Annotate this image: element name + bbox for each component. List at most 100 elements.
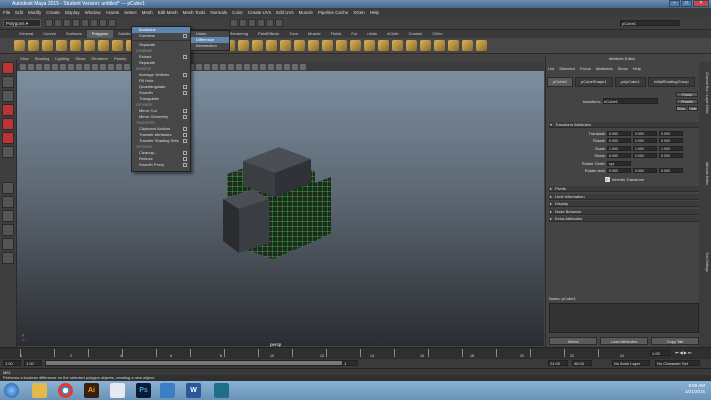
shelf-tab-nhair[interactable]: nHair (362, 30, 382, 38)
attr-value-field[interactable]: 0.000 (607, 138, 631, 143)
inherits-checkbox[interactable]: ✓ (605, 177, 610, 182)
shelf-tool-icon[interactable] (336, 40, 347, 51)
panel-toolbar-icon[interactable] (260, 63, 266, 70)
ipr-render-icon[interactable] (266, 19, 274, 27)
shelf-tab-fluids[interactable]: Fluids (326, 30, 347, 38)
shelf-tool-icon[interactable] (322, 40, 333, 51)
panel-toolbar-icon[interactable] (204, 63, 210, 70)
attr-value-field[interactable]: 1.000 (633, 145, 657, 151)
move-tool-icon[interactable] (2, 104, 14, 116)
shelf-tool-icon[interactable] (308, 40, 319, 51)
shelf-tab-muscle[interactable]: Muscle (303, 30, 326, 38)
menu-create-uvs[interactable]: Create UVs (248, 10, 271, 15)
option-box-icon[interactable] (183, 85, 187, 89)
shelf-tool-icon[interactable] (238, 40, 249, 51)
panel-toolbar-icon[interactable] (52, 63, 58, 70)
scale-tool-icon[interactable] (2, 132, 14, 144)
attr-tab-initialshadinggroup[interactable]: initialShadingGroup (647, 77, 695, 87)
panel-toolbar-icon[interactable] (36, 63, 42, 70)
shelf-tab-general[interactable]: General (14, 30, 38, 38)
shelf-tab-painteffects[interactable]: PaintEffects (253, 30, 284, 38)
panel-toolbar-icon[interactable] (228, 63, 234, 70)
last-tool-icon[interactable] (2, 146, 14, 158)
shelf-tool-icon[interactable] (266, 40, 277, 51)
maximize-button[interactable]: □ (681, 0, 692, 7)
panel-toolbar-icon[interactable] (276, 63, 282, 70)
anim-layer-select[interactable]: No Anim Layer (612, 360, 650, 366)
shelf-tool-icon[interactable] (252, 40, 263, 51)
start-time-field[interactable]: 1.00 (3, 360, 21, 366)
panel-toolbar-icon[interactable] (60, 63, 66, 70)
attr-value-field[interactable]: 0.000 (659, 130, 683, 136)
shelf-tab-ncloth[interactable]: nCloth (382, 30, 404, 38)
panel-toolbar-icon[interactable] (124, 63, 130, 70)
attr-value-field[interactable]: 0.000 (633, 168, 657, 173)
option-box-icon[interactable] (183, 139, 187, 143)
attr-tab-pcubeshape1[interactable]: pCubeShape1 (575, 77, 613, 87)
persp-graph-layout-icon[interactable] (2, 238, 14, 250)
snap-point-icon[interactable] (248, 19, 256, 27)
section-pivots[interactable]: Pivots (549, 186, 699, 192)
panel-toolbar-icon[interactable] (300, 63, 306, 70)
current-time-field[interactable]: 1.00 (650, 350, 670, 356)
play-icon[interactable]: ▶ (684, 350, 687, 355)
shelf-tool-icon[interactable] (448, 40, 459, 51)
chrome-icon[interactable] (58, 383, 73, 398)
shelf-tab-polygons[interactable]: Polygons (86, 30, 114, 38)
select-tool-icon[interactable] (2, 62, 14, 74)
shelf-tool-icon[interactable] (28, 40, 39, 51)
shelf-tool-icon[interactable] (350, 40, 361, 51)
attr-tab-pcube1[interactable]: pCube1 (547, 77, 574, 87)
panel-toolbar-icon[interactable] (220, 63, 226, 70)
option-box-icon[interactable] (183, 55, 187, 59)
side-tab-tool-settings[interactable]: Tool Settings (705, 252, 709, 272)
select-hierarchy-icon[interactable] (90, 19, 98, 27)
attr-value-field[interactable]: 0.000 (633, 130, 657, 136)
menu-file[interactable]: File (3, 10, 10, 15)
panel-toolbar-icon[interactable] (268, 63, 274, 70)
panel-toolbar-icon[interactable] (292, 63, 298, 70)
shelf-tool-icon[interactable] (406, 40, 417, 51)
shelf-tool-icon[interactable] (112, 40, 123, 51)
media-icon[interactable] (160, 383, 175, 398)
file-explorer-icon[interactable] (32, 383, 47, 398)
option-box-icon[interactable] (183, 127, 187, 131)
option-box-icon[interactable] (183, 34, 187, 38)
section-display[interactable]: Display (549, 201, 699, 207)
rotate-tool-icon[interactable] (2, 118, 14, 130)
shelf-tab-xgen[interactable]: XGen (427, 30, 447, 38)
perspective-viewport[interactable] (17, 71, 544, 346)
option-box-icon[interactable] (183, 115, 187, 119)
attr-menu-help[interactable]: Help (633, 66, 641, 71)
option-box-icon[interactable] (183, 133, 187, 137)
panel-toolbar-icon[interactable] (284, 63, 290, 70)
attr-value-field[interactable]: 0.000 (633, 138, 657, 143)
object-name-field[interactable]: pCube1 (620, 20, 680, 26)
boolean-intersection[interactable]: Intersection (191, 43, 229, 49)
attr-value-field[interactable]: 0.000 (659, 138, 683, 143)
select-object-icon[interactable] (99, 19, 107, 27)
side-tab-attribute-editor[interactable]: Attribute Editor (705, 162, 709, 185)
panel-toolbar-icon[interactable] (116, 63, 122, 70)
panel-toolbar-icon[interactable] (44, 63, 50, 70)
shelf-tool-icon[interactable] (294, 40, 305, 51)
start-button-icon[interactable] (4, 383, 19, 398)
menu-edit-uvs[interactable]: Edit UVs (276, 10, 294, 15)
menu-muscle[interactable]: Muscle (299, 10, 313, 15)
option-box-icon[interactable] (183, 91, 187, 95)
copy-tab-button[interactable]: Copy Tab (651, 337, 699, 345)
shelf-tool-icon[interactable] (378, 40, 389, 51)
shelf-tool-icon[interactable] (280, 40, 291, 51)
panel-toolbar-icon[interactable] (100, 63, 106, 70)
attr-value-field[interactable]: 0.000 (633, 153, 657, 158)
four-pane-layout-icon[interactable] (2, 196, 14, 208)
panel-toolbar-icon[interactable] (84, 63, 90, 70)
single-pane-layout-icon[interactable] (2, 182, 14, 194)
attr-value-field[interactable]: 0.000 (659, 153, 683, 158)
menu-create[interactable]: Create (46, 10, 60, 15)
menu-select[interactable]: Select (124, 10, 137, 15)
render-icon[interactable] (257, 19, 265, 27)
menu-display[interactable]: Display (65, 10, 80, 15)
photoshop-icon[interactable]: Ps (136, 383, 151, 398)
menu-mesh[interactable]: Mesh (142, 10, 153, 15)
